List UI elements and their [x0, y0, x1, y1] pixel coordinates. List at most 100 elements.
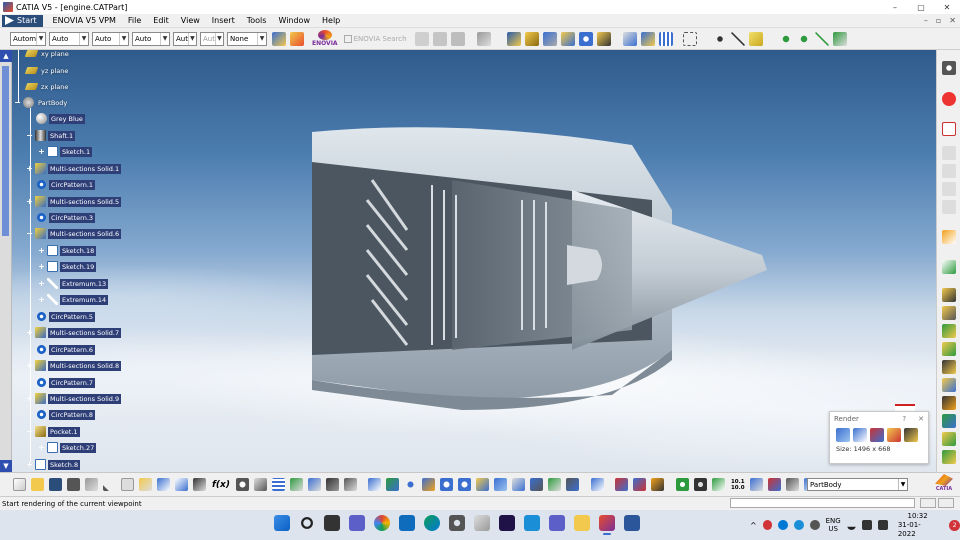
graphic-properties-icon[interactable] [290, 31, 304, 46]
edit-icon[interactable] [942, 260, 956, 274]
menu-tools[interactable]: Tools [241, 16, 273, 25]
expand-icon[interactable]: + [38, 296, 45, 304]
redo-icon[interactable] [174, 478, 188, 491]
tree-node-multi-sections-solid-9[interactable]: + Multi-sections Solid.9 [26, 393, 122, 404]
tolerance-icon[interactable] [750, 478, 764, 491]
doc-close-button[interactable]: ✕ [949, 16, 956, 25]
notification-badge[interactable]: 2 [949, 519, 960, 531]
expand-icon[interactable]: + [26, 329, 33, 337]
multi-section-tool-icon[interactable] [560, 31, 575, 46]
chrome-icon[interactable] [374, 515, 390, 531]
iso-view-icon[interactable] [511, 478, 525, 491]
teams-chat-icon[interactable] [349, 515, 365, 531]
pan-icon[interactable] [403, 478, 417, 491]
tree-node-xy-plane[interactable]: xy plane [24, 48, 71, 59]
render-tool-7-icon[interactable] [942, 396, 956, 410]
expand-icon[interactable]: + [26, 198, 33, 206]
scroll-thumb[interactable] [2, 66, 9, 236]
point-icon[interactable] [712, 31, 727, 46]
clock[interactable]: 10:32 31-01-2022 [898, 512, 938, 539]
save-image-icon[interactable] [904, 428, 918, 442]
expand-icon[interactable] [450, 31, 465, 46]
select-cursor-icon[interactable] [942, 230, 956, 244]
render-tool-5-icon[interactable] [942, 360, 956, 374]
expand-icon[interactable]: + [38, 444, 45, 452]
start-menu-button[interactable]: Start [2, 14, 43, 27]
windows-start-icon[interactable] [274, 515, 290, 531]
quick-print-icon[interactable] [84, 478, 98, 491]
render-tool-6-icon[interactable] [942, 378, 956, 392]
search-icon[interactable] [299, 515, 315, 531]
expand-icon[interactable]: + [38, 247, 45, 255]
power-input-field[interactable] [730, 498, 915, 508]
tree-node-multi-sections-solid-8[interactable]: + Multi-sections Solid.8 [26, 360, 122, 371]
file-explorer-icon[interactable] [574, 515, 590, 531]
wifi-icon[interactable] [846, 520, 857, 530]
rib-icon[interactable] [596, 31, 611, 46]
tree-node-multi-sections-solid-5[interactable]: + Multi-sections Solid.5 [26, 196, 122, 207]
paste-icon[interactable] [138, 478, 152, 491]
expand-icon[interactable]: + [26, 165, 33, 173]
render-tool-8-icon[interactable] [942, 414, 956, 428]
copy-icon[interactable] [120, 478, 134, 491]
volume-icon[interactable] [862, 520, 873, 530]
tree-expand-icon[interactable] [290, 478, 304, 491]
onedrive-icon[interactable] [794, 520, 804, 530]
render-tool-1-icon[interactable] [942, 288, 956, 302]
language-indicator[interactable]: ENG US [826, 517, 841, 533]
line-type-combo[interactable]: Auto ▼ [132, 31, 170, 46]
status-button-2[interactable] [938, 498, 954, 508]
scale-readout[interactable]: 10.1 10.0 [731, 479, 745, 491]
fly-mode-icon[interactable] [367, 478, 381, 491]
render-image-icon[interactable] [887, 428, 901, 442]
render-tool-3-icon[interactable] [942, 324, 956, 338]
tree-node-circpattern-8[interactable]: CircPattern.8 [36, 409, 96, 420]
collapse-icon[interactable]: − [26, 230, 33, 238]
menu-window[interactable]: Window [272, 16, 316, 25]
expand-icon[interactable]: + [26, 395, 33, 403]
scroll-down-icon[interactable]: ▼ [0, 460, 12, 472]
render-viewpoint-icon[interactable] [836, 428, 850, 442]
layer-combo[interactable]: None ▼ [227, 31, 267, 46]
open-icon[interactable] [30, 478, 44, 491]
catalog-icon[interactable] [432, 31, 447, 46]
zoom-in-icon[interactable] [439, 478, 453, 491]
tree-node-sketch-27[interactable]: + Sketch.27 [38, 442, 97, 453]
minimize-button[interactable]: – [882, 0, 908, 14]
color-combo[interactable]: Autom ▼ [10, 31, 46, 46]
collapse-icon[interactable]: − [26, 428, 33, 436]
settings-icon[interactable] [942, 61, 956, 75]
expand-icon[interactable]: + [38, 148, 45, 156]
tree-node-circpattern-7[interactable]: CircPattern.7 [36, 377, 96, 388]
tree-node-sketch-18[interactable]: + Sketch.18 [38, 245, 97, 256]
tree-node-yz-plane[interactable]: yz plane [24, 65, 70, 76]
tool-2-icon[interactable] [942, 164, 956, 178]
teams-icon[interactable] [549, 515, 565, 531]
tray-chevron-up-icon[interactable]: ^ [750, 521, 757, 530]
zoom-out-icon[interactable] [457, 478, 471, 491]
app-l-icon[interactable] [524, 515, 540, 531]
tree-node-extremum-13[interactable]: + Extremum.13 [38, 278, 109, 289]
render-tool-4-icon[interactable] [942, 342, 956, 356]
doc-restore-button[interactable]: ▫ [936, 16, 941, 25]
new-icon[interactable] [12, 478, 26, 491]
line-thickness-combo[interactable]: Auto ▼ [92, 31, 129, 46]
compass-icon[interactable] [814, 31, 829, 46]
tree-node-zx-plane[interactable]: zx plane [24, 81, 70, 92]
tool-4-icon[interactable] [942, 200, 956, 214]
tray-app-1-icon[interactable] [762, 520, 773, 530]
close-button[interactable]: ✕ [934, 0, 960, 14]
layer-style-combo[interactable]: Aut ▼ [200, 31, 224, 46]
update-icon[interactable] [591, 478, 605, 491]
tree-node-extremum-14[interactable]: + Extremum.14 [38, 294, 109, 305]
tree-node-pocket-1[interactable]: − Pocket.1 [26, 426, 80, 437]
tree-node-sketch-19[interactable]: + Sketch.19 [38, 261, 97, 272]
premiere-pro-icon[interactable] [499, 515, 515, 531]
rotate-icon[interactable] [421, 478, 435, 491]
formula-button[interactable]: f(x) [212, 480, 230, 490]
word-icon[interactable] [624, 515, 640, 531]
pocket-icon[interactable] [524, 31, 539, 46]
print-icon[interactable] [66, 478, 80, 491]
status-button-1[interactable] [920, 498, 936, 508]
hide-icon[interactable] [547, 478, 561, 491]
